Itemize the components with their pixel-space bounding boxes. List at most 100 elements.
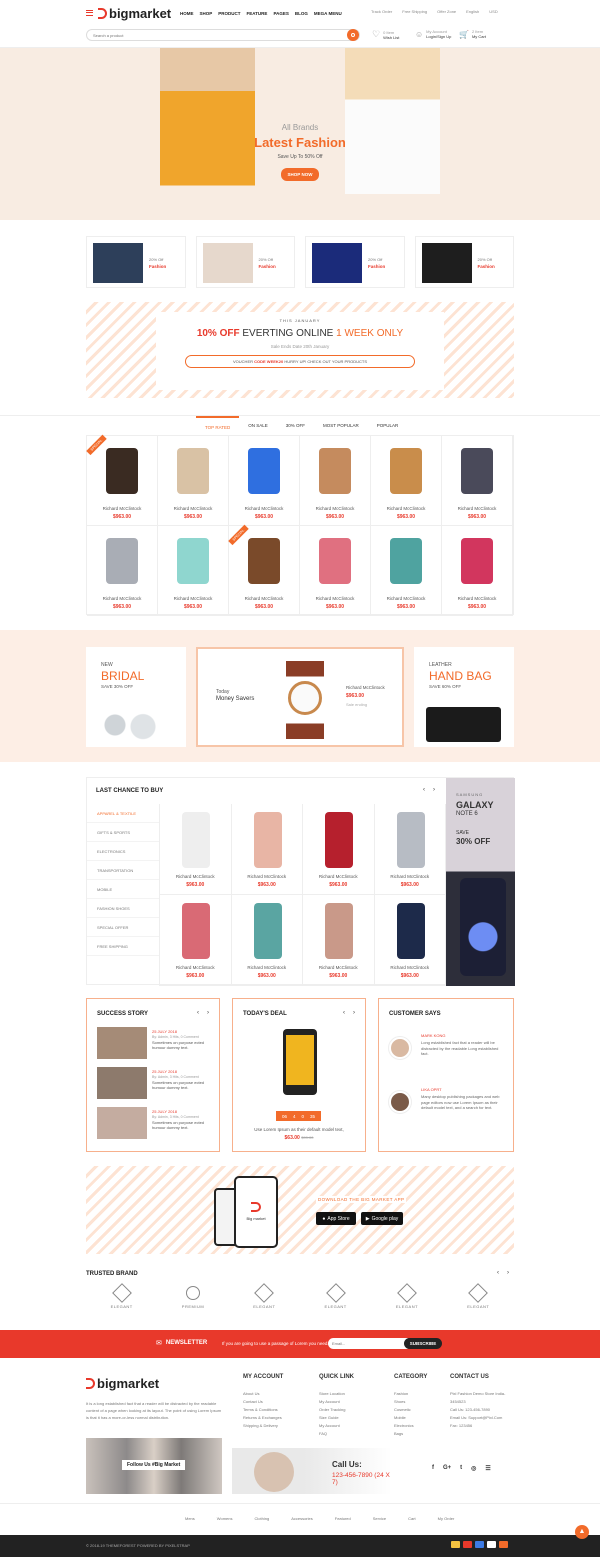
product-card[interactable]: Richard McClintock $963.00 [442,436,513,526]
nav-item[interactable]: HOME [180,11,194,16]
story-post[interactable]: 25 JULY 2018 By: Admin, 3 Hits, 0 Comment… [97,1107,212,1145]
last-chance-next[interactable]: › [433,787,435,793]
galaxy-ad[interactable]: SAMSUNG GALAXY NOTE 6 SAVE 30% OFF [446,778,515,986]
tab-most-popular[interactable]: MOST POPULAR [314,416,368,436]
product-card[interactable]: Richard McClintock $963.00 [229,436,300,526]
last-chance-card[interactable]: Richard McClintock $963.00 [231,895,303,986]
tab-on-sale[interactable]: ON SALE [239,416,277,436]
last-chance-card[interactable]: Richard McClintock $963.00 [374,895,446,986]
last-chance-card[interactable]: Richard McClintock $963.00 [160,804,232,895]
last-chance-card[interactable]: Richard McClintock $963.00 [303,804,375,895]
tab-popular[interactable]: POPULAR [368,416,408,436]
wishlist-link[interactable]: ♡ 0 Item Wish List [372,29,399,40]
last-chance-card[interactable]: Richard McClintock $963.00 [303,895,375,986]
instagram-icon[interactable]: ◎ [471,1465,476,1472]
product-card[interactable]: Richard McClintock $963.00 [371,526,442,616]
tab-top-rated[interactable]: TOP RATED [196,416,240,436]
category-link[interactable]: MOBILE [87,880,159,899]
promo-tile[interactable]: 20% Off Fashion [195,236,295,288]
footer-link[interactable]: About Us [243,1390,282,1398]
category-link[interactable]: FREE SHIPPING [87,937,159,956]
deal-prev[interactable]: ‹ [343,1010,345,1016]
bottom-link[interactable]: Featured [335,1516,351,1521]
footer-link[interactable]: Bags [394,1430,414,1438]
account-link[interactable]: ☺ My Account Login/Sign Up [415,29,451,39]
hamburger-icon[interactable] [86,10,93,16]
footer-link[interactable]: Cosmetic [394,1406,414,1414]
footer-link[interactable]: Size Guide [319,1414,345,1422]
category-link[interactable]: FASHION SHOES [87,899,159,918]
rss-icon[interactable]: ☰ [485,1465,490,1472]
bottom-link[interactable]: Cart [408,1516,416,1521]
nav-item[interactable]: SHOP [200,11,213,16]
footer-link[interactable]: My Account [319,1422,345,1430]
twitter-icon[interactable]: t [460,1465,462,1472]
success-next[interactable]: › [207,1010,209,1016]
promo-tile[interactable]: 20% Off Fashion [86,236,186,288]
bottom-link[interactable]: My Order [438,1516,455,1521]
nav-item[interactable]: PAGES [273,11,288,16]
brand-logo[interactable]: ELEGANT [244,1283,284,1309]
top-link[interactable]: Track Order [371,9,392,14]
top-link[interactable]: USD [489,9,497,14]
category-link[interactable]: ELECTRONICS [87,842,159,861]
top-link[interactable]: Offer Zone [437,9,456,14]
footer-link[interactable]: Returns & Exchanges [243,1414,282,1422]
brands-next[interactable]: › [507,1270,509,1276]
facebook-icon[interactable]: f [432,1465,434,1472]
footer-link[interactable]: Store Location [319,1390,345,1398]
product-card[interactable]: Richard McClintock $963.00 [442,526,513,616]
footer-link[interactable]: Terms & Conditions [243,1406,282,1414]
search-button[interactable] [347,29,359,41]
product-card[interactable]: Richard McClintock $963.00 [87,526,158,616]
footer-link[interactable]: Mobile [394,1414,414,1422]
nav-item[interactable]: BLOG [295,11,308,16]
footer-link[interactable]: FAQ [319,1430,345,1438]
google-play-button[interactable]: ▶ Google play [361,1212,403,1225]
footer-logo[interactable]: bigmarket [86,1376,159,1391]
bottom-link[interactable]: Service [373,1516,386,1521]
bridal-banner[interactable]: NEW BRIDAL SAVE 30% OFF [86,647,186,747]
newsletter-email-input[interactable] [328,1338,408,1349]
brands-prev[interactable]: ‹ [497,1270,499,1276]
last-chance-card[interactable]: Richard McClintock $963.00 [160,895,232,986]
footer-link[interactable]: Order Tracking [319,1406,345,1414]
voucher-pill[interactable]: VOUCHER CODE WEEK20 HURRY UP! CHECK OUT … [185,355,415,368]
brand-logo[interactable]: PREMIUM [173,1286,213,1309]
product-card[interactable]: Richard McClintock $963.00 [300,526,371,616]
footer-link[interactable]: Shoes [394,1398,414,1406]
follow-us[interactable]: Follow Us #Big Market [122,1460,186,1470]
story-post[interactable]: 25 JULY 2018 By: Admin, 3 Hits, 0 Comment… [97,1067,212,1105]
nav-item[interactable]: FEATURE [247,11,268,16]
search-input[interactable] [93,31,333,39]
product-card[interactable]: Richard McClintock $963.00 [158,526,229,616]
footer-link[interactable]: My Account [319,1398,345,1406]
last-chance-prev[interactable]: ‹ [423,787,425,793]
app-store-button[interactable]: ● App Store [316,1212,356,1225]
subscribe-button[interactable]: SUBSCRIBE [404,1338,442,1349]
category-link[interactable]: APPAREL & TEXTILE [87,804,159,823]
product-card[interactable]: SPECIAL Richard McClintock $963.00 [228,524,300,616]
bottom-link[interactable]: Accessories [291,1516,313,1521]
nav-item[interactable]: MEGA MENU [314,11,342,16]
promo-tile[interactable]: 20% Off Fashion [414,236,514,288]
footer-link[interactable]: Fashion [394,1390,414,1398]
top-link[interactable]: Free Shipping [402,9,427,14]
top-link[interactable]: English [466,9,479,14]
product-card[interactable]: Richard McClintock $963.00 [371,436,442,526]
bottom-link[interactable]: Womens [217,1516,233,1521]
scroll-top-button[interactable]: ▲ [575,1525,589,1539]
bottom-link[interactable]: Mens [185,1516,195,1521]
tab-30-off[interactable]: 30% OFF [277,416,314,436]
product-card[interactable]: SPECIAL Richard McClintock $963.00 [86,434,158,526]
footer-link[interactable]: Shipping & Delivery [243,1422,282,1430]
brand-logo[interactable]: ELEGANT [102,1283,142,1309]
handbag-banner[interactable]: LEATHER HAND BAG SAVE 60% OFF [414,647,514,747]
brand-logo[interactable]: ELEGANT [458,1283,498,1309]
shop-now-button[interactable]: SHOP NOW [280,168,320,181]
last-chance-card[interactable]: Richard McClintock $963.00 [231,804,303,895]
brand-logo[interactable]: ELEGANT [316,1283,356,1309]
money-savers-banner[interactable]: Today Money Savers Richard McClintock $9… [196,647,404,747]
nav-item[interactable]: PRODUCT [218,11,240,16]
product-card[interactable]: Richard McClintock $963.00 [300,436,371,526]
